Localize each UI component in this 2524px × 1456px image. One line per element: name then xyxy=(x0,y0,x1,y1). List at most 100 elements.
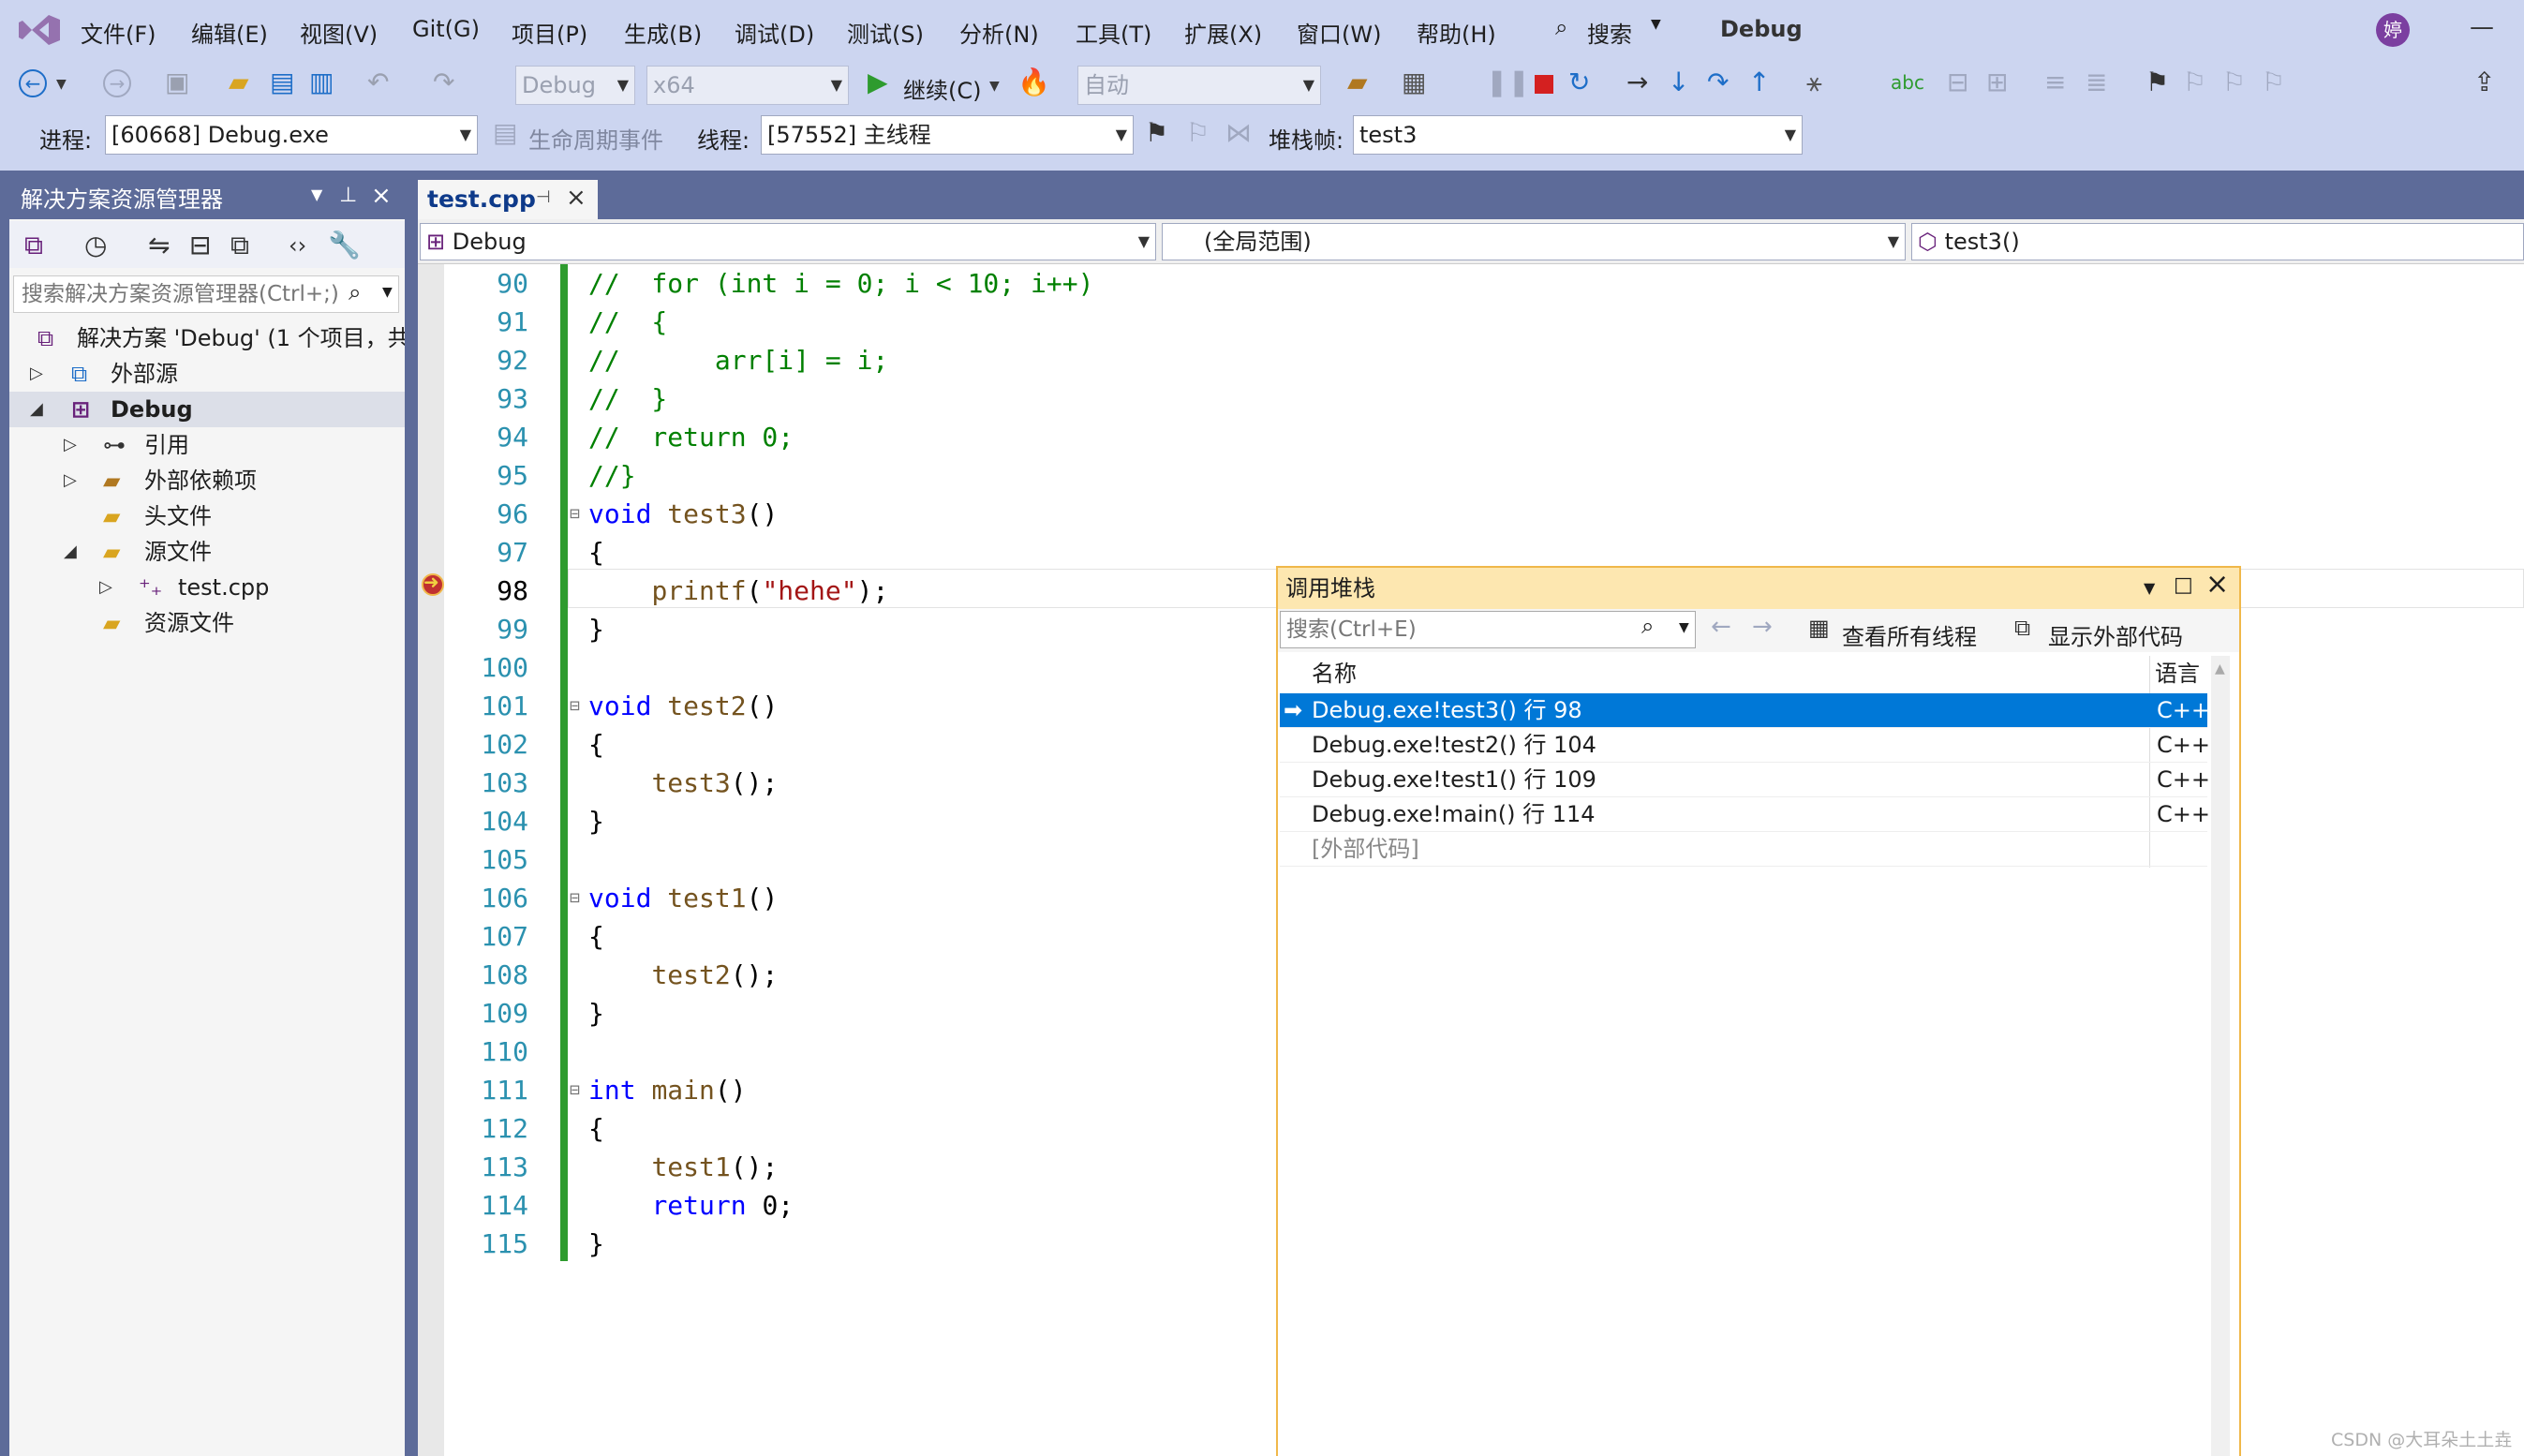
forward-icon[interactable]: → xyxy=(103,69,131,97)
lifecycle-events[interactable]: 生命周期事件 xyxy=(528,122,663,155)
global-scope-select[interactable]: (全局范围) ▼ xyxy=(1162,223,1906,260)
menu-item[interactable]: 测试(S) xyxy=(847,16,924,49)
code-line[interactable]: } xyxy=(588,610,604,648)
code-line[interactable]: //} xyxy=(588,456,636,495)
show-external-code-button[interactable]: 显示外部代码 xyxy=(2048,618,2183,651)
close-icon[interactable]: × xyxy=(2205,568,2229,601)
tree-item-project-debug[interactable]: ◢ ⊞ Debug xyxy=(9,392,405,427)
code-line[interactable]: { xyxy=(588,533,604,572)
step-into-icon[interactable]: ↓ xyxy=(1668,67,1689,97)
tree-item-source-files[interactable]: ◢ ▰ 源文件 xyxy=(9,534,405,570)
code-line[interactable]: // for (int i = 0; i < 10; i++) xyxy=(588,264,1093,303)
tree-item-test-cpp[interactable]: ▷ ⁺₊ test.cpp xyxy=(9,570,405,605)
call-stack-row[interactable]: [外部代码] xyxy=(1280,832,2207,867)
collapse-icon[interactable]: ⊟ xyxy=(189,230,211,260)
project-scope-select[interactable]: ⊞ Debug ▼ xyxy=(420,223,1156,260)
platform-select[interactable]: x64 ▼ xyxy=(646,66,849,105)
spellcheck-icon[interactable]: abc xyxy=(1891,67,1924,97)
menu-item[interactable]: 调试(D) xyxy=(735,16,814,49)
auto-select[interactable]: 自动 ▼ xyxy=(1077,66,1321,105)
continue-icon[interactable]: ▶ xyxy=(868,67,888,97)
call-stack-row[interactable]: Debug.exe!test2() 行 104 C++ xyxy=(1280,728,2210,763)
restart-icon[interactable]: ↻ xyxy=(1568,67,1590,97)
expand-arrow-icon[interactable]: ▷ xyxy=(64,427,77,463)
close-icon[interactable]: × xyxy=(371,182,392,210)
save-icon[interactable]: ▤ xyxy=(270,67,294,97)
show-threads-icon[interactable]: ⋈ xyxy=(1225,118,1252,148)
pin-icon[interactable]: ⊥ xyxy=(339,184,357,207)
diagnostic-icon[interactable]: ⚹ xyxy=(1806,67,1822,97)
call-stack-row[interactable]: ➡ Debug.exe!test3() 行 98 C++ xyxy=(1280,693,2210,728)
call-stack-title-bar[interactable]: 调用堆栈 xyxy=(1278,568,2239,609)
code-line[interactable]: } xyxy=(588,802,604,840)
redo-icon[interactable]: ↷ xyxy=(433,67,454,97)
collapse-region-icon[interactable]: ⊟ xyxy=(570,888,580,908)
thread-select[interactable]: [57552] 主线程 ▼ xyxy=(761,115,1134,155)
stackframe-select[interactable]: test3 ▼ xyxy=(1353,115,1803,155)
chevron-down-icon[interactable]: ▼ xyxy=(382,285,393,300)
code-line[interactable]: void test3() xyxy=(588,495,778,533)
continue-button[interactable]: 继续(C) xyxy=(903,72,981,105)
tree-item-external-dependencies[interactable]: ▷ ▰ 外部依赖项 xyxy=(9,463,405,498)
menu-item[interactable]: 窗口(W) xyxy=(1297,16,1381,49)
clear-bookmark-icon[interactable]: ⚐ xyxy=(2262,67,2285,97)
expand-arrow-icon[interactable]: ▷ xyxy=(99,570,112,605)
flag-threads-icon[interactable]: ⚐ xyxy=(1186,118,1210,148)
avatar[interactable]: 婷 xyxy=(2376,13,2410,47)
expand-arrow-icon[interactable]: ▷ xyxy=(30,356,43,392)
history-icon[interactable]: ◷ xyxy=(84,230,107,260)
collapse-region-icon[interactable]: ⊟ xyxy=(570,504,580,524)
code-view-icon[interactable]: ‹› xyxy=(289,230,306,260)
menu-item[interactable]: 视图(V) xyxy=(300,16,378,49)
indent-icon[interactable]: ≡ xyxy=(2044,67,2066,97)
close-icon[interactable]: × xyxy=(566,184,586,212)
back-icon[interactable]: ← xyxy=(1711,613,1731,641)
search-icon[interactable]: ⌕ xyxy=(1555,14,1567,40)
view-all-threads-button[interactable]: 查看所有线程 xyxy=(1842,618,1977,651)
call-stack-search-input[interactable]: 搜索(Ctrl+E) xyxy=(1280,611,1696,648)
hot-reload-icon[interactable]: 🔥 xyxy=(1017,67,1050,97)
show-all-files-icon[interactable]: ⧉ xyxy=(230,230,249,260)
tree-item-header-files[interactable]: ▰ 头文件 xyxy=(9,498,405,534)
code-line[interactable]: { xyxy=(588,725,604,764)
menu-item[interactable]: 文件(F) xyxy=(81,16,156,49)
code-line[interactable]: test2(); xyxy=(588,956,778,994)
bookmark-icon[interactable]: ⚑ xyxy=(2145,67,2169,97)
vertical-scrollbar[interactable] xyxy=(2211,656,2230,1456)
tree-item-solution[interactable]: ⧉ 解决方案 'Debug' (1 个项目，共 xyxy=(9,320,405,356)
tree-item-resource-files[interactable]: ▰ 资源文件 xyxy=(9,605,405,641)
code-line[interactable]: } xyxy=(588,994,604,1033)
code-line[interactable]: int main() xyxy=(588,1071,747,1109)
code-line[interactable]: { xyxy=(588,917,604,956)
menu-item[interactable]: 生成(B) xyxy=(624,16,702,49)
call-stack-row[interactable]: Debug.exe!main() 行 114 C++ xyxy=(1280,797,2210,832)
collapse-arrow-icon[interactable]: ◢ xyxy=(30,392,43,427)
vs-solution-icon[interactable]: ⧉ xyxy=(24,230,43,260)
chevron-down-icon[interactable]: ▼ xyxy=(56,69,67,99)
pin-icon[interactable]: ⊣ xyxy=(536,187,551,207)
forward-icon[interactable]: → xyxy=(1752,613,1773,641)
process-select[interactable]: [60668] Debug.exe ▼ xyxy=(105,115,478,155)
indicator-margin[interactable] xyxy=(418,264,444,1456)
config-select[interactable]: Debug ▼ xyxy=(515,66,635,105)
prev-bookmark-icon[interactable]: ⚐ xyxy=(2183,67,2206,97)
code-line[interactable]: { xyxy=(588,1109,604,1148)
code-line[interactable]: // return 0; xyxy=(588,418,794,456)
menu-item[interactable]: 扩展(X) xyxy=(1184,16,1262,49)
menu-item[interactable]: 项目(P) xyxy=(512,16,587,49)
function-scope-select[interactable]: ⬡ test3() xyxy=(1911,223,2524,260)
code-line[interactable]: printf("hehe"); xyxy=(588,572,888,610)
wrench-icon[interactable]: 🔧 xyxy=(328,230,361,260)
show-next-statement-icon[interactable]: → xyxy=(1626,67,1648,97)
menu-item[interactable]: 工具(T) xyxy=(1076,16,1151,49)
open-folder-icon[interactable]: ▰ xyxy=(229,67,249,97)
chevron-down-icon[interactable]: ▼ xyxy=(311,186,322,203)
layout-icon[interactable]: ▦ xyxy=(1402,67,1426,97)
next-bookmark-icon[interactable]: ⚐ xyxy=(2222,67,2246,97)
call-stack-row[interactable]: Debug.exe!test1() 行 109 C++ xyxy=(1280,763,2210,797)
undo-icon[interactable]: ↶ xyxy=(367,67,389,97)
code-line[interactable]: // { xyxy=(588,303,667,341)
code-line[interactable]: test3(); xyxy=(588,764,778,802)
code-line[interactable]: // } xyxy=(588,379,667,418)
pause-icon[interactable]: ❚❚ xyxy=(1486,67,1530,97)
